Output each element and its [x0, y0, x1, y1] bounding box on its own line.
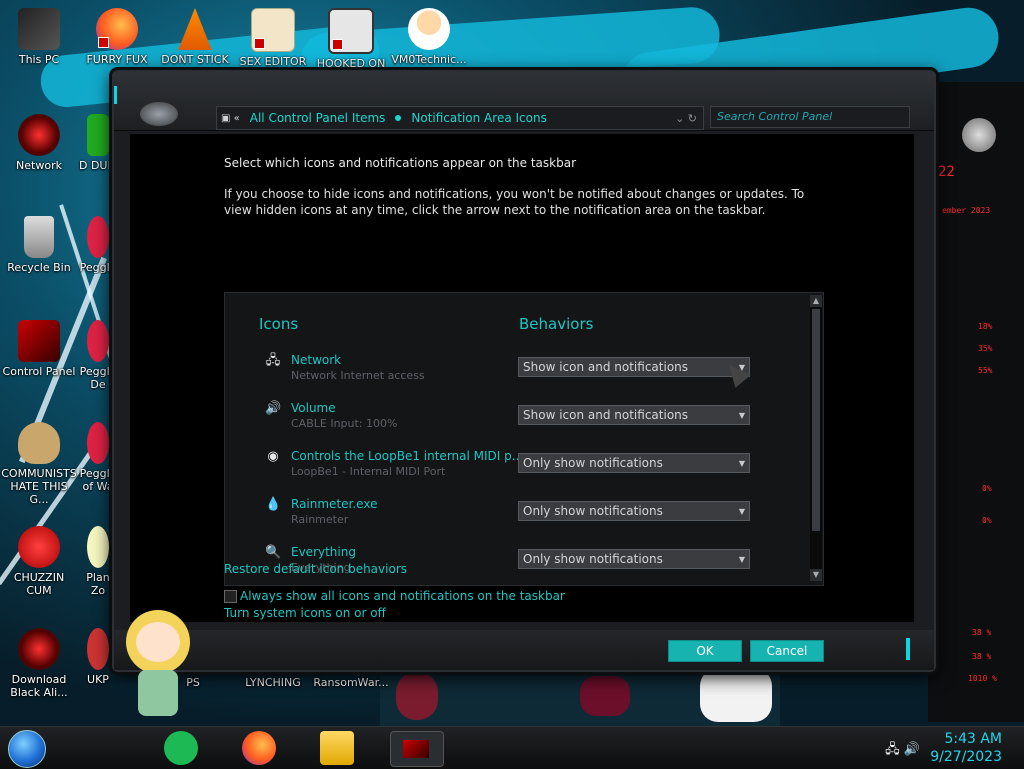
- desktop-icon-network[interactable]: Network: [0, 114, 78, 172]
- refresh-icon[interactable]: ⌄ ↻: [675, 112, 703, 125]
- notification-area-icons-window: ▣ « All Control Panel Items Notification…: [112, 70, 936, 672]
- midi-icon: ◉: [267, 449, 279, 464]
- window-header: ▣ « All Control Panel Items Notification…: [114, 72, 934, 149]
- everything-icon: 🔍: [265, 545, 282, 560]
- app-icon: [87, 114, 109, 156]
- control-panel-taskbar-icon[interactable]: [390, 731, 444, 767]
- chevron-down-icon: ▼: [738, 507, 745, 516]
- desktop-icon-download-black-ali[interactable]: Download Black Ali...: [0, 628, 78, 699]
- breadcrumb-all-items[interactable]: All Control Panel Items: [244, 111, 392, 125]
- behavior-dropdown[interactable]: Only show notifications ▼: [518, 501, 750, 521]
- chevron-down-icon: ▼: [738, 411, 745, 420]
- desktop-icon-furry-fux[interactable]: FURRY FUX: [78, 8, 156, 66]
- hex-editor-icon: [251, 8, 295, 52]
- chuzzle-icon: [18, 526, 60, 568]
- breadcrumb-notification-icons[interactable]: Notification Area Icons: [405, 111, 552, 125]
- window-footer: OK Cancel: [114, 630, 934, 670]
- network-orb-icon: [18, 114, 60, 156]
- page-description: If you choose to hide icons and notifica…: [224, 187, 805, 217]
- behavior-dropdown[interactable]: Only show notifications ▼: [518, 549, 750, 569]
- turn-system-icons-link[interactable]: Turn system icons on or off: [224, 606, 386, 620]
- cancel-button[interactable]: Cancel: [750, 640, 824, 662]
- row-name: Rainmeter.exe: [291, 497, 378, 511]
- recycle-bin-icon: [24, 216, 54, 258]
- vertical-scrollbar[interactable]: ▲ ▼: [810, 295, 822, 581]
- always-show-checkbox[interactable]: [224, 590, 237, 603]
- chevron-down-icon: ▼: [738, 459, 745, 468]
- firefox-icon[interactable]: [242, 731, 276, 765]
- behavior-dropdown[interactable]: Show icon and notifications ▼: [518, 357, 750, 377]
- always-show-label: Always show all icons and notifications …: [240, 589, 565, 603]
- network-icon: 🖧: [265, 353, 281, 368]
- alien-orb-icon: [18, 628, 60, 670]
- row-subtitle: Network Internet access: [291, 369, 425, 382]
- flower-icon: [87, 526, 109, 568]
- desktop-icon-vm0technic[interactable]: VM0Technic...: [390, 8, 468, 66]
- desktop-icon-hooked-on[interactable]: HOOKED ON: [312, 8, 390, 70]
- doctor-icon: [408, 8, 450, 50]
- column-header-behaviors: Behaviors: [519, 315, 594, 333]
- spotify-icon[interactable]: [164, 731, 198, 765]
- desktop-icon-communists[interactable]: COMMUNISTS HATE THIS G...: [0, 422, 78, 506]
- chevron-down-icon: ▼: [738, 555, 745, 564]
- control-panel-icon: ▣ «: [221, 112, 240, 124]
- desktop-icon-recycle-bin[interactable]: Recycle Bin: [0, 216, 78, 274]
- cartoon-character-image: [108, 600, 208, 726]
- network-tray-icon[interactable]: 🖧: [885, 742, 900, 757]
- system-tray: 🖧 🔊: [885, 740, 920, 762]
- scroll-thumb[interactable]: [812, 309, 820, 531]
- scroll-down-icon[interactable]: ▼: [810, 569, 822, 581]
- row-name: Controls the LoopBe1 internal MIDI p...: [291, 449, 524, 463]
- ok-button[interactable]: OK: [668, 640, 742, 662]
- search-input[interactable]: Search Control Panel: [710, 106, 910, 128]
- behavior-dropdown[interactable]: Only show notifications ▼: [518, 453, 750, 473]
- vlc-icon: [178, 8, 212, 50]
- desktop-icon-control-panel[interactable]: Control Panel: [0, 320, 78, 378]
- clock[interactable]: 5:43 AM 9/27/2023: [930, 730, 1002, 766]
- system-monitor-widget: 22 ember 2023 18% 35% 55% 0% 0% 38 % 38 …: [928, 82, 1024, 722]
- money-bag-icon: [18, 422, 60, 464]
- breadcrumb-separator: [395, 115, 402, 121]
- column-header-icons: Icons: [259, 315, 299, 333]
- file-explorer-icon[interactable]: [320, 731, 354, 765]
- app-icon: [87, 628, 109, 670]
- address-bar[interactable]: ▣ « All Control Panel Items Notification…: [216, 106, 704, 130]
- maze-icon: [328, 8, 374, 54]
- desktop-icon-lynching[interactable]: LYNCHING: [234, 676, 312, 689]
- desktop-icon-ransomware[interactable]: RansomWar...: [312, 676, 390, 689]
- row-name: Network: [291, 353, 342, 367]
- page-heading: Select which icons and notifications app…: [224, 156, 576, 170]
- restore-defaults-link[interactable]: Restore default icon behaviors: [224, 562, 407, 576]
- row-subtitle: CABLE Input: 100%: [291, 417, 398, 430]
- clock-time: 5:43 AM: [944, 731, 1002, 747]
- row-name: Volume: [291, 401, 336, 415]
- taskbar: 🖧 🔊 5:43 AM 9/27/2023: [0, 726, 1024, 769]
- desktop-icon-this-pc[interactable]: This PC: [0, 8, 78, 66]
- computer-icon: [18, 8, 60, 50]
- behavior-dropdown[interactable]: Show icon and notifications ▼: [518, 405, 750, 425]
- alienware-logo: [962, 118, 996, 152]
- row-subtitle: Rainmeter: [291, 513, 349, 526]
- row-name: Everything: [291, 545, 356, 559]
- clock-date: 9/27/2023: [930, 749, 1002, 765]
- peggle-icon: [87, 422, 109, 464]
- volume-icon: 🔊: [265, 401, 282, 416]
- start-button[interactable]: [8, 730, 46, 768]
- volume-tray-icon[interactable]: 🔊: [904, 742, 920, 757]
- peggle-icon: [87, 216, 109, 258]
- desktop-icon-dont-stick[interactable]: DONT STICK: [156, 8, 234, 66]
- rainmeter-icon: 💧: [265, 497, 282, 512]
- control-panel-icon: [18, 320, 60, 362]
- alien-head-button[interactable]: [140, 102, 178, 126]
- content-pane: Select which icons and notifications app…: [130, 134, 914, 622]
- peggle-icon: [87, 320, 109, 362]
- scroll-up-icon[interactable]: ▲: [810, 295, 822, 307]
- desktop-icon-chuzzin[interactable]: CHUZZIN CUM: [0, 526, 78, 597]
- firefox-icon: [96, 8, 138, 50]
- icon-behavior-list: Icons Behaviors 🖧 Network Network Intern…: [224, 292, 824, 586]
- desktop-icon-sex-editor[interactable]: SEX EDITOR: [234, 8, 312, 68]
- row-subtitle: LoopBe1 - Internal MIDI Port: [291, 465, 446, 478]
